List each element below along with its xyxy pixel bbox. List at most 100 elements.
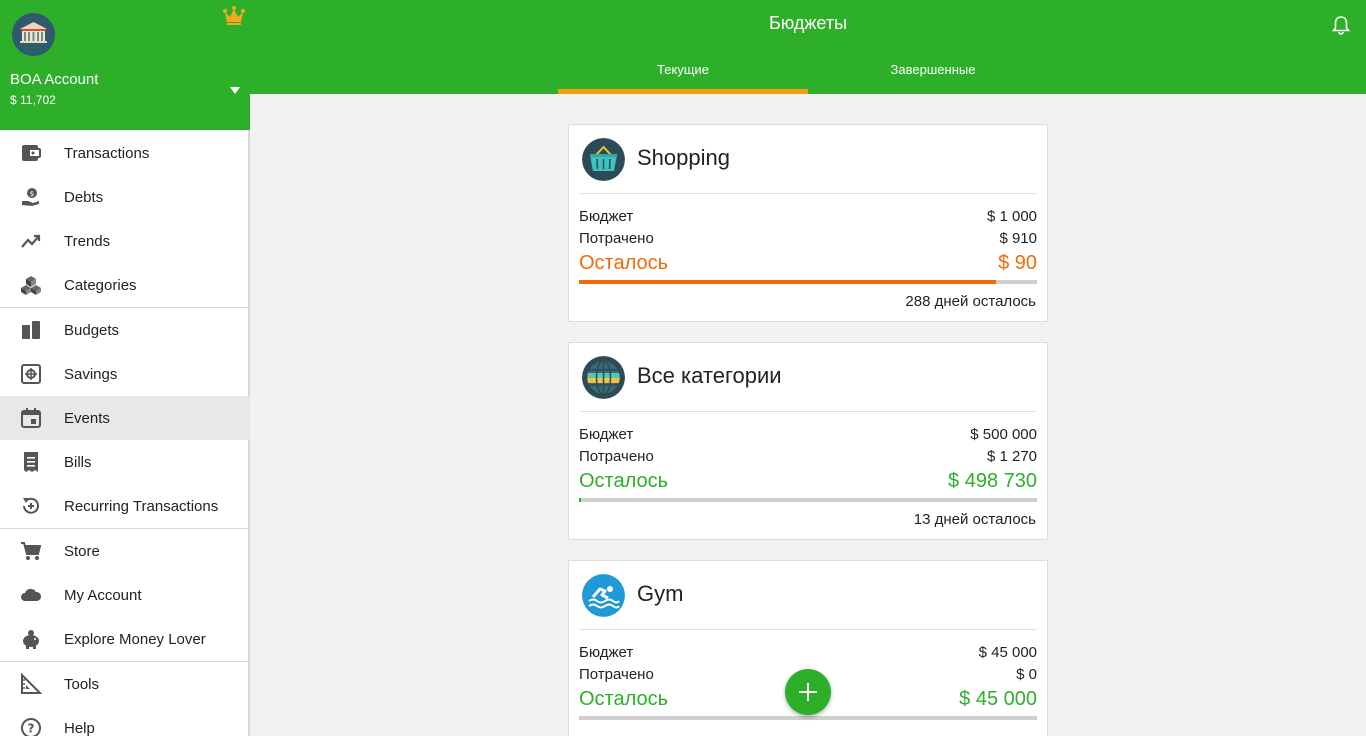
sidebar-item-label: Recurring Transactions [64, 497, 219, 515]
progress-fill [579, 498, 581, 502]
budget-label: Бюджет [579, 208, 634, 225]
spent-amount: $ 0 [1016, 666, 1037, 683]
budget-label: Бюджет [579, 426, 634, 443]
plus-icon [799, 683, 817, 701]
sidebar-menu: Transactions $ Debts Trends Categories B… [0, 131, 250, 736]
budget-title: Shopping [637, 145, 730, 170]
sidebar-item-label: Debts [64, 188, 104, 206]
remaining-label: Осталось [579, 470, 669, 492]
sidebar-item-my-account[interactable]: My Account [0, 573, 250, 617]
piggy-bank-icon [23, 630, 39, 649]
add-budget-button[interactable] [785, 669, 831, 715]
sidebar-item-help[interactable]: ? Help [0, 706, 250, 736]
budget-progress-bar [579, 498, 1037, 502]
divider [579, 411, 1037, 412]
help-icon: ? [21, 718, 41, 736]
sidebar-item-savings[interactable]: Savings [0, 352, 250, 396]
sidebar-item-label: Transactions [64, 144, 150, 162]
divider [579, 193, 1037, 194]
tab-indicator [558, 89, 808, 94]
trend-icon [21, 234, 41, 248]
sidebar-item-bills[interactable]: Bills [0, 440, 250, 484]
remaining-amount: $ 90 [998, 252, 1037, 274]
budget-title: Все категории [637, 363, 782, 388]
remaining-row: Осталось $ 498 730 [579, 470, 1037, 493]
spent-amount: $ 1 270 [986, 448, 1037, 465]
sidebar-item-trends[interactable]: Trends [0, 219, 250, 263]
swimmer-icon [582, 574, 625, 617]
budget-progress-bar [579, 716, 1037, 720]
savings-icon [21, 364, 41, 384]
cart-icon [21, 542, 42, 560]
budget-row: Бюджет $ 45 000 [579, 644, 1037, 661]
remaining-label: Осталось [579, 688, 669, 710]
budget-label: Бюджет [579, 644, 634, 661]
budget-progress-bar [579, 280, 1037, 284]
spent-amount: $ 910 [999, 230, 1037, 247]
sidebar-item-label: Savings [64, 365, 118, 383]
budget-amount: $ 1 000 [986, 208, 1037, 225]
budget-icon [22, 321, 40, 339]
debt-icon: $ [22, 188, 39, 206]
recurring-icon [23, 497, 39, 514]
budget-row: Бюджет $ 1 000 [579, 208, 1037, 225]
divider [579, 629, 1037, 630]
remaining-amount: $ 45 000 [959, 688, 1037, 710]
bell-icon[interactable] [1331, 15, 1351, 35]
sidebar-item-label: Trends [64, 232, 111, 250]
svg-text:$: $ [30, 190, 34, 198]
spent-row: Потрачено $ 910 [579, 230, 1037, 247]
cloud-icon [21, 588, 42, 601]
budget-amount: $ 45 000 [978, 644, 1037, 661]
sidebar-item-label: Bills [64, 453, 92, 471]
remaining-label: Осталось [579, 252, 669, 274]
wallet-header[interactable]: BOA Account $ 11,702 [0, 0, 250, 130]
budget-card-all-categories[interactable]: Все категории Бюджет $ 500 000 Потрачено… [568, 342, 1048, 540]
sidebar-item-label: Budgets [64, 321, 120, 339]
sidebar-item-label: Events [64, 409, 110, 427]
sidebar-item-tools[interactable]: Tools [0, 662, 250, 706]
sidebar-item-transactions[interactable]: Transactions [0, 131, 250, 175]
remaining-row: Осталось $ 90 [579, 252, 1037, 275]
receipt-icon [24, 452, 38, 472]
crown-icon [223, 6, 245, 26]
sidebar-item-budgets[interactable]: Budgets [0, 308, 250, 352]
spent-label: Потрачено [579, 230, 654, 247]
wallet-name: BOA Account [10, 71, 99, 88]
budget-title: Gym [637, 581, 684, 606]
sidebar-item-recurring-transactions[interactable]: Recurring Transactions [0, 484, 250, 528]
sidebar-item-store[interactable]: Store [0, 529, 250, 573]
budget-row: Бюджет $ 500 000 [579, 426, 1037, 443]
remaining-amount: $ 498 730 [948, 470, 1037, 492]
bank-icon [12, 13, 55, 56]
sidebar-item-label: Tools [64, 675, 100, 693]
calendar-icon [21, 408, 41, 428]
shopping-basket-icon [582, 138, 625, 181]
cubes-icon [21, 276, 41, 295]
sidebar-item-label: My Account [64, 586, 142, 604]
globe-icon [582, 356, 625, 399]
sidebar-item-categories[interactable]: Categories [0, 263, 250, 307]
spent-label: Потрачено [579, 666, 654, 683]
budget-card-shopping[interactable]: Shopping Бюджет $ 1 000 Потрачено $ 910 … [568, 124, 1048, 322]
sidebar-item-label: Categories [64, 276, 137, 294]
page-title: Бюджеты [768, 13, 848, 33]
svg-text:?: ? [28, 722, 35, 736]
days-left: 288 дней осталось [905, 293, 1036, 310]
spent-row: Потрачено $ 1 270 [579, 448, 1037, 465]
sidebar: BOA Account $ 11,702 Transactions $ Debt… [0, 0, 250, 736]
progress-fill [579, 280, 996, 284]
ruler-icon [21, 673, 42, 694]
sidebar-item-debts[interactable]: $ Debts [0, 175, 250, 219]
sidebar-item-explore-money-lover[interactable]: Explore Money Lover [0, 617, 250, 661]
sidebar-item-events[interactable]: Events [0, 396, 250, 440]
wallet-icon [22, 145, 41, 161]
spent-label: Потрачено [579, 448, 654, 465]
dropdown-arrow-icon[interactable] [229, 82, 241, 94]
sidebar-item-label: Explore Money Lover [64, 630, 206, 648]
tab-finished[interactable]: Завершенные [808, 62, 1058, 94]
wallet-balance: $ 11,702 [10, 93, 56, 107]
top-bar: Бюджеты Текущие Завершенные [250, 0, 1366, 94]
sidebar-item-label: Store [64, 542, 100, 560]
budget-amount: $ 500 000 [970, 426, 1037, 443]
